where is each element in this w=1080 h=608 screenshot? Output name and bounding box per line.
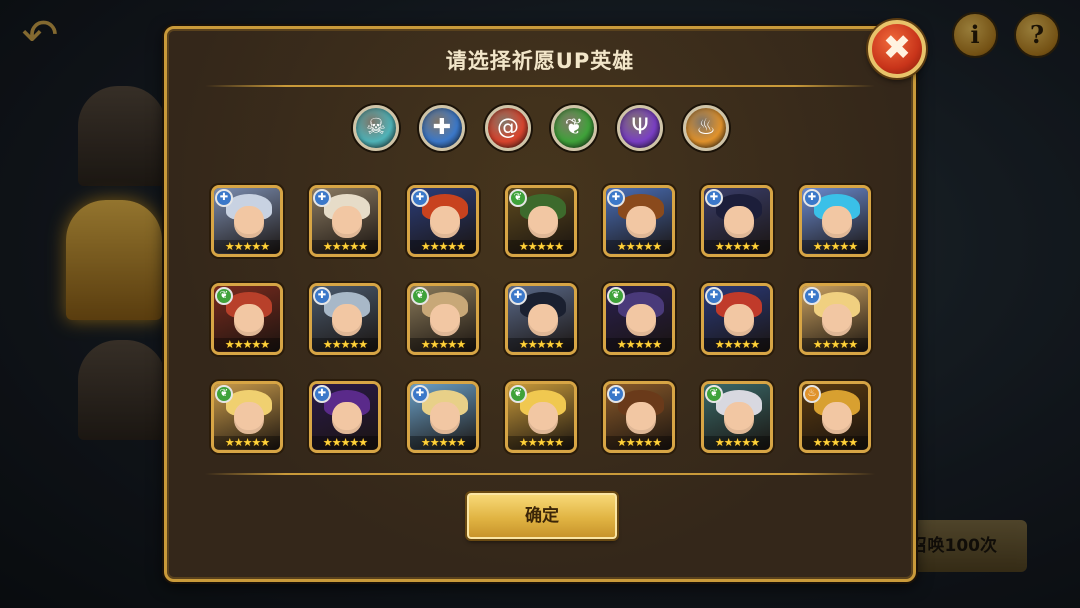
star-rating: ★★★★★ bbox=[606, 436, 672, 449]
faction-badge-icon: ✚ bbox=[803, 287, 821, 305]
star-rating: ★★★★★ bbox=[312, 436, 378, 449]
hero-face bbox=[626, 304, 656, 336]
faction-badge-icon: ❦ bbox=[215, 287, 233, 305]
hero-card[interactable]: ❦ ★★★★★ bbox=[701, 381, 773, 453]
hero-face bbox=[332, 206, 362, 238]
star-rating: ★★★★★ bbox=[410, 338, 476, 351]
close-button[interactable]: ✖ bbox=[868, 20, 926, 78]
hero-face bbox=[332, 304, 362, 336]
hero-card[interactable]: ✚ ★★★★★ bbox=[407, 381, 479, 453]
star-rating: ★★★★★ bbox=[312, 338, 378, 351]
star-rating: ★★★★★ bbox=[508, 240, 574, 253]
hero-face bbox=[822, 304, 852, 336]
hero-card[interactable]: ✚ ★★★★★ bbox=[309, 381, 381, 453]
faction-badge-icon: ❦ bbox=[509, 189, 527, 207]
hero-card[interactable]: ✚ ★★★★★ bbox=[799, 283, 871, 355]
faction-badge-icon: ✚ bbox=[509, 287, 527, 305]
hero-face bbox=[724, 206, 754, 238]
hero-card[interactable]: ❦ ★★★★★ bbox=[211, 381, 283, 453]
faction-badge-icon: ❦ bbox=[607, 287, 625, 305]
faction-badge-icon: ✚ bbox=[313, 385, 331, 403]
skull-icon[interactable]: ☠ bbox=[353, 105, 399, 151]
star-rating: ★★★★★ bbox=[214, 338, 280, 351]
faction-badge-icon: ❦ bbox=[215, 385, 233, 403]
hero-card[interactable]: ✚ ★★★★★ bbox=[309, 283, 381, 355]
hero-card[interactable]: ✚ ★★★★★ bbox=[603, 185, 675, 257]
star-rating: ★★★★★ bbox=[214, 240, 280, 253]
trident-icon[interactable]: Ψ bbox=[617, 105, 663, 151]
faction-badge-icon: ✚ bbox=[215, 189, 233, 207]
hero-card[interactable]: ✚ ★★★★★ bbox=[603, 381, 675, 453]
dialog-title: 请选择祈愿UP英雄 bbox=[445, 49, 635, 73]
faction-badge-icon: ✚ bbox=[607, 189, 625, 207]
hero-card[interactable]: ❦ ★★★★★ bbox=[407, 283, 479, 355]
hero-card[interactable]: ✚ ★★★★★ bbox=[505, 283, 577, 355]
star-rating: ★★★★★ bbox=[312, 240, 378, 253]
hero-card[interactable]: ❦ ★★★★★ bbox=[505, 381, 577, 453]
hero-face bbox=[724, 402, 754, 434]
star-rating: ★★★★★ bbox=[214, 436, 280, 449]
cross-icon[interactable]: ✚ bbox=[419, 105, 465, 151]
hero-card[interactable]: ❦ ★★★★★ bbox=[505, 185, 577, 257]
hero-face bbox=[430, 304, 460, 336]
hero-face bbox=[528, 304, 558, 336]
star-rating: ★★★★★ bbox=[704, 436, 770, 449]
title-divider bbox=[205, 85, 875, 87]
swirl-icon[interactable]: @ bbox=[485, 105, 531, 151]
hero-card[interactable]: ❦ ★★★★★ bbox=[603, 283, 675, 355]
hero-face bbox=[234, 402, 264, 434]
faction-badge-icon: ❦ bbox=[411, 287, 429, 305]
star-rating: ★★★★★ bbox=[802, 240, 868, 253]
hero-face bbox=[430, 206, 460, 238]
star-rating: ★★★★★ bbox=[802, 436, 868, 449]
star-rating: ★★★★★ bbox=[704, 240, 770, 253]
hero-face bbox=[234, 206, 264, 238]
hero-card[interactable]: ♨ ★★★★★ bbox=[799, 381, 871, 453]
faction-badge-icon: ✚ bbox=[705, 287, 723, 305]
flame-icon[interactable]: ♨ bbox=[683, 105, 729, 151]
hero-card[interactable]: ✚ ★★★★★ bbox=[211, 185, 283, 257]
hero-card[interactable]: ✚ ★★★★★ bbox=[701, 185, 773, 257]
star-rating: ★★★★★ bbox=[508, 436, 574, 449]
bottom-divider bbox=[205, 473, 875, 475]
faction-badge-icon: ♨ bbox=[803, 385, 821, 403]
faction-badge-icon: ✚ bbox=[313, 287, 331, 305]
hero-face bbox=[724, 304, 754, 336]
faction-badge-icon: ✚ bbox=[803, 189, 821, 207]
star-rating: ★★★★★ bbox=[704, 338, 770, 351]
star-rating: ★★★★★ bbox=[606, 338, 672, 351]
faction-badge-icon: ❦ bbox=[705, 385, 723, 403]
hero-face bbox=[528, 402, 558, 434]
hero-face bbox=[528, 206, 558, 238]
hero-card[interactable]: ✚ ★★★★★ bbox=[799, 185, 871, 257]
star-rating: ★★★★★ bbox=[606, 240, 672, 253]
star-rating: ★★★★★ bbox=[508, 338, 574, 351]
hero-face bbox=[822, 402, 852, 434]
hero-card[interactable]: ✚ ★★★★★ bbox=[701, 283, 773, 355]
hero-face bbox=[626, 402, 656, 434]
star-rating: ★★★★★ bbox=[410, 436, 476, 449]
star-rating: ★★★★★ bbox=[410, 240, 476, 253]
faction-badge-icon: ❦ bbox=[509, 385, 527, 403]
faction-filter-bar: ☠ ✚ @ ❦ Ψ ♨ bbox=[353, 105, 733, 155]
hero-face bbox=[430, 402, 460, 434]
faction-badge-icon: ✚ bbox=[607, 385, 625, 403]
star-rating: ★★★★★ bbox=[802, 338, 868, 351]
hero-card[interactable]: ❦ ★★★★★ bbox=[211, 283, 283, 355]
hero-face bbox=[332, 402, 362, 434]
faction-badge-icon: ✚ bbox=[705, 189, 723, 207]
hero-face bbox=[822, 206, 852, 238]
hero-select-dialog: 请选择祈愿UP英雄 ☠ ✚ @ ❦ Ψ ♨ ✚ ★★★★★ ✚ ★★★★★ ✚ ★★★★★ ❦ ★★★★… bbox=[164, 26, 916, 582]
faction-badge-icon: ✚ bbox=[411, 189, 429, 207]
faction-badge-icon: ✚ bbox=[313, 189, 331, 207]
hero-card[interactable]: ✚ ★★★★★ bbox=[407, 185, 479, 257]
hero-face bbox=[234, 304, 264, 336]
confirm-button[interactable]: 确定 bbox=[467, 493, 617, 539]
faction-badge-icon: ✚ bbox=[411, 385, 429, 403]
leaf-icon[interactable]: ❦ bbox=[551, 105, 597, 151]
hero-face bbox=[626, 206, 656, 238]
hero-card[interactable]: ✚ ★★★★★ bbox=[309, 185, 381, 257]
